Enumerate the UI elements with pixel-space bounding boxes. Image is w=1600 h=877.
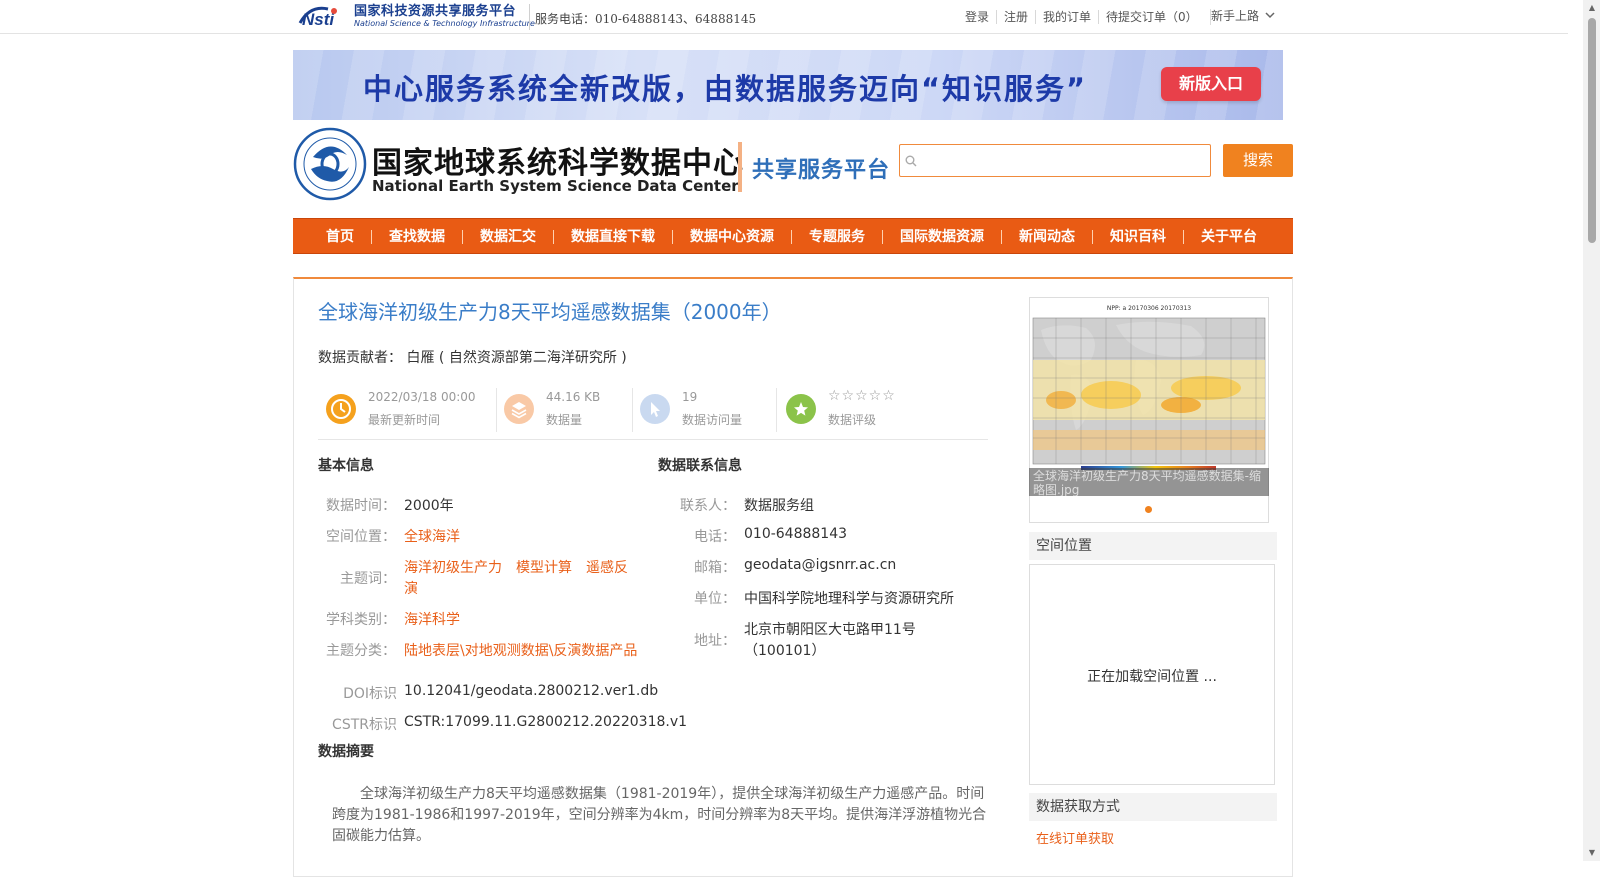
basic-info-title: 基本信息 (318, 458, 374, 474)
platform-name: 共享服务平台 (752, 158, 891, 183)
contact-info-title: 数据联系信息 (658, 458, 742, 474)
service-phone: 服务电话：010-64888143、64888145 (535, 12, 757, 26)
data-size-label: 数据量 (546, 413, 583, 427)
thumbnail-plot-title: NPP: a 20170306 20170313 (1107, 305, 1191, 312)
contact-address-label: 地址： (694, 633, 736, 649)
visits-label: 数据访问量 (682, 413, 743, 427)
data-time-value: 2000年 (404, 498, 454, 514)
nav-knowledge[interactable]: 知识百科 (1093, 230, 1184, 244)
scroll-up-arrow-icon[interactable]: ▲ (1587, 3, 1597, 13)
cursor-icon (640, 394, 670, 424)
nav-international-data[interactable]: 国际数据资源 (883, 230, 1002, 244)
contact-address-value: 北京市朝阳区大屯路甲11号 (744, 622, 916, 638)
doi-label: DOI标识 (343, 686, 397, 702)
map-loading-text: 正在加载空间位置 ... (1087, 669, 1217, 685)
contact-phone-label: 电话： (694, 529, 736, 545)
clock-icon (326, 394, 356, 424)
contact-unit-value: 中国科学院地理科学与资源研究所 (744, 591, 954, 607)
space-location-label: 空间位置： (326, 529, 396, 545)
nav-center-resources[interactable]: 数据中心资源 (673, 230, 792, 244)
main-nav: 首页 查找数据 数据汇交 数据直接下载 数据中心资源 专题服务 国际数据资源 新… (293, 218, 1293, 254)
nsti-logo-mark: Nsti (298, 3, 350, 29)
top-bar: Nsti 国家科技资源共享服务平台 National Science & Tec… (0, 0, 1568, 34)
abstract-title: 数据摘要 (318, 744, 374, 760)
contributor-value: 白雁 ( 自然资源部第二海洋研究所 ) (406, 350, 627, 366)
update-time-label: 最新更新时间 (368, 413, 441, 427)
category-label: 主题分类： (326, 643, 396, 659)
search-button[interactable]: 搜索 (1223, 144, 1293, 177)
contact-phone-value: 010-64888143 (744, 526, 848, 542)
chevron-down-icon (1265, 12, 1275, 19)
subject-label: 学科类别： (326, 612, 396, 628)
subject-link[interactable]: 海洋科学 (404, 609, 460, 629)
center-logo-emblem[interactable] (293, 127, 367, 201)
search-input[interactable] (899, 144, 1211, 177)
data-size-value: 44.16 KB (546, 390, 601, 404)
pending-orders-link[interactable]: 待提交订单（0） (1099, 10, 1205, 24)
carousel-dot[interactable] (1145, 506, 1152, 513)
banner-text: 中心服务系统全新改版，由数据服务迈向“知识服务” (363, 72, 1088, 106)
keywords-links-cont[interactable]: 演 (404, 578, 418, 598)
nav-data-submit[interactable]: 数据汇交 (463, 230, 554, 244)
stat-rating: ☆☆☆☆☆ 数据评级 (786, 388, 966, 434)
stat-visits: 19 数据访问量 (640, 388, 780, 434)
rating-label: 数据评级 (828, 413, 877, 427)
scrollbar-thumb[interactable] (1588, 18, 1596, 243)
dataset-stats: 2022/03/18 00:00 最新更新时间 44.16 KB 数据量 19 … (318, 382, 988, 440)
beginner-guide-label: 新手上路 (1211, 9, 1260, 23)
center-name-en: National Earth System Science Data Cente… (372, 177, 739, 195)
nsti-logo-cn: 国家科技资源共享服务平台 (354, 3, 517, 19)
star-badge-icon (786, 394, 816, 424)
nsti-logo[interactable]: Nsti 国家科技资源共享服务平台 National Science & Tec… (298, 2, 535, 30)
nav-topic-services[interactable]: 专题服务 (792, 230, 883, 244)
space-location-heading: 空间位置 (1029, 532, 1277, 560)
update-time-value: 2022/03/18 00:00 (368, 390, 476, 404)
top-links: 登录 注册 我的订单 待提交订单（0） (965, 10, 1205, 24)
nav-news[interactable]: 新闻动态 (1002, 230, 1093, 244)
layers-icon (504, 394, 534, 424)
contact-person-value: 数据服务组 (744, 498, 814, 514)
nav-find-data[interactable]: 查找数据 (372, 230, 463, 244)
nav-direct-download[interactable]: 数据直接下载 (554, 230, 673, 244)
top-divider (529, 4, 530, 30)
doi-value: 10.12041/geodata.2800212.ver1.db (404, 683, 659, 699)
contact-unit-label: 单位： (694, 591, 736, 607)
space-location-link[interactable]: 全球海洋 (404, 526, 460, 546)
visits-value: 19 (682, 390, 698, 404)
contact-person-label: 联系人： (680, 498, 736, 514)
stat-update-time: 2022/03/18 00:00 最新更新时间 (326, 388, 486, 434)
nav-about[interactable]: 关于平台 (1184, 230, 1274, 244)
thumbnail-caption: 全球海洋初级生产力8天平均遥感数据集-缩略图.jpg (1029, 468, 1269, 496)
scroll-down-arrow-icon[interactable]: ▼ (1587, 848, 1597, 858)
keywords-links[interactable]: 海洋初级生产力 模型计算 遥感反 (404, 557, 628, 577)
register-link[interactable]: 注册 (997, 10, 1037, 24)
data-time-label: 数据时间： (326, 498, 396, 514)
new-version-entry-button[interactable]: 新版入口 (1161, 67, 1261, 101)
cstr-value: CSTR:17099.11.G2800212.20220318.v1 (404, 714, 688, 730)
nsti-logo-en: National Science & Technology Infrastruc… (354, 18, 535, 28)
dataset-title: 全球海洋初级生产力8天平均遥感数据集（2000年） (318, 300, 782, 324)
new-version-banner[interactable]: 中心服务系统全新改版，由数据服务迈向“知识服务” 新版入口 (293, 50, 1283, 120)
stat-data-size: 44.16 KB 数据量 (504, 388, 634, 434)
data-access-heading: 数据获取方式 (1029, 793, 1277, 821)
contact-email-value: geodata@igsnrr.ac.cn (744, 557, 897, 573)
login-link[interactable]: 登录 (965, 10, 998, 24)
search-icon (905, 155, 917, 167)
beginner-guide-dropdown[interactable]: 新手上路 (1211, 7, 1275, 24)
contributor-label: 数据贡献者： (318, 350, 402, 366)
contact-address-cont: （100101） (744, 643, 826, 659)
rating-stars-icon[interactable]: ☆☆☆☆☆ (828, 388, 896, 404)
contact-email-label: 邮箱： (694, 560, 736, 576)
svg-text:Nsti: Nsti (302, 10, 335, 29)
category-link[interactable]: 陆地表层\对地观测数据\反演数据产品 (404, 640, 637, 660)
abstract-text: 全球海洋初级生产力8天平均遥感数据集（1981-2019年），提供全球海洋初级生… (332, 786, 987, 844)
my-orders-link[interactable]: 我的订单 (1036, 10, 1100, 24)
center-name-cn: 国家地球系统科学数据中心 (372, 146, 744, 181)
nav-home[interactable]: 首页 (309, 230, 372, 244)
cstr-label: CSTR标识 (332, 717, 397, 733)
dataset-contributor: 数据贡献者： 白雁 ( 自然资源部第二海洋研究所 ) (318, 347, 627, 367)
keywords-label: 主题词： (340, 571, 396, 587)
online-order-link[interactable]: 在线订单获取 (1036, 828, 1114, 847)
header-divider (738, 142, 742, 192)
